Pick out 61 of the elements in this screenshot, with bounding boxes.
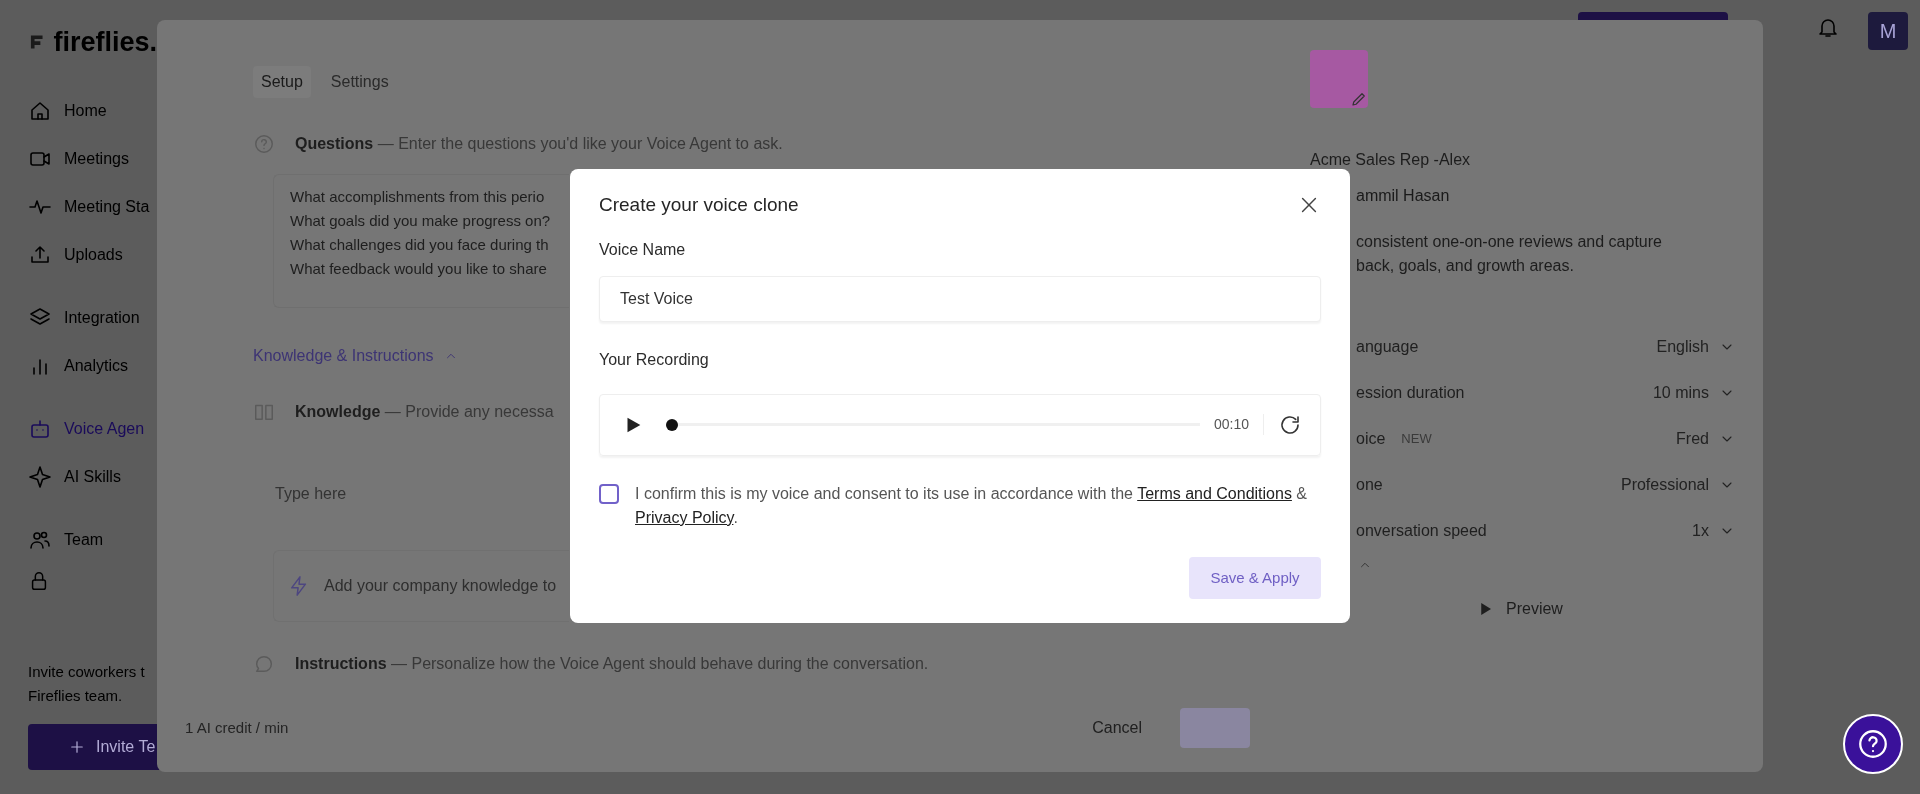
field-label: Your Recording bbox=[599, 349, 710, 370]
setting-label: onversation speed bbox=[1356, 521, 1487, 541]
chat-bubble-icon bbox=[253, 653, 275, 675]
setting-label: one bbox=[1356, 475, 1383, 495]
nav-item[interactable]: Analytics bbox=[28, 341, 157, 390]
invite-text: Fireflies team. bbox=[28, 686, 124, 706]
help-icon bbox=[1856, 727, 1890, 761]
setting-dropdown[interactable]: 10 mins bbox=[1652, 381, 1735, 405]
help-button[interactable] bbox=[1843, 714, 1903, 774]
setting-dropdown[interactable]: Professional bbox=[1620, 473, 1735, 497]
user-avatar[interactable]: M bbox=[1868, 12, 1908, 50]
question-text: What accomplishments from this perio bbox=[290, 187, 545, 207]
setting-label: anguage bbox=[1356, 337, 1419, 357]
setting-dropdown[interactable]: 1x bbox=[1692, 519, 1735, 543]
section-heading: Instructions — Personalize how the Voice Agent should behave during the conversation. bbox=[295, 654, 929, 674]
nav-item[interactable]: Uploads bbox=[28, 230, 157, 279]
plus-icon bbox=[68, 738, 86, 756]
knowledge-instructions-toggle[interactable]: Knowledge & Instructions bbox=[253, 344, 458, 368]
invite-text: Invite coworkers t bbox=[28, 662, 146, 682]
credit-text: 1 AI credit / min bbox=[185, 717, 289, 738]
agent-description: back, goals, and growth areas. bbox=[1356, 256, 1575, 276]
agent-name: Acme Sales Rep -Alex bbox=[1310, 150, 1472, 170]
setting-label: oice bbox=[1356, 429, 1386, 449]
new-tag: NEW bbox=[1401, 429, 1432, 449]
logo-text: fireflies. bbox=[53, 26, 157, 59]
setting-dropdown[interactable]: Fred bbox=[1676, 427, 1735, 451]
question-text: What challenges did you face during th bbox=[290, 235, 549, 255]
dialog-title: Create your voice clone bbox=[599, 193, 799, 217]
agent-owner: ammil Hasan bbox=[1355, 186, 1451, 206]
voice-name-field[interactable]: Test Voice bbox=[599, 275, 1321, 322]
slider-thumb[interactable] bbox=[666, 418, 678, 431]
section-heading: Knowledge — Provide any necessa bbox=[295, 402, 554, 422]
consent-checkbox[interactable] bbox=[599, 483, 619, 504]
agent-description: consistent one-on-one reviews and capture bbox=[1356, 232, 1663, 252]
nav-item[interactable]: Home bbox=[28, 86, 157, 135]
hint-text: Add your company knowledge to bbox=[324, 576, 557, 596]
tab[interactable]: Settings bbox=[322, 66, 397, 98]
tab[interactable]: Setup bbox=[253, 66, 311, 98]
duration-text: 00:10 bbox=[1213, 414, 1264, 435]
setting-label: ession duration bbox=[1356, 383, 1465, 403]
nav-item[interactable]: Voice Agen bbox=[28, 404, 157, 453]
nav-item[interactable]: Integration bbox=[28, 293, 157, 342]
preview-button[interactable]: Preview bbox=[1470, 596, 1569, 622]
nav-item[interactable]: Meetings bbox=[28, 134, 157, 183]
nav-item[interactable]: Meeting Sta bbox=[28, 182, 157, 231]
nav-icon bbox=[28, 464, 52, 489]
pencil-icon[interactable] bbox=[1350, 90, 1368, 108]
section-heading: Questions — Enter the questions you'd like your Voice Agent to ask. bbox=[295, 134, 783, 154]
question-text: What goals did you make progress on? bbox=[290, 211, 551, 231]
cancel-button[interactable]: Cancel bbox=[1076, 708, 1158, 748]
nav-item[interactable]: Team bbox=[28, 515, 157, 564]
privacy-policy-link[interactable]: Privacy Policy bbox=[635, 508, 734, 526]
question-icon bbox=[253, 133, 275, 155]
question-text: What feedback would you like to share bbox=[290, 259, 547, 279]
knowledge-field[interactable]: Type here bbox=[273, 450, 569, 538]
terms-link[interactable]: Terms and Conditions bbox=[1137, 484, 1292, 502]
field-label: Voice Name bbox=[599, 239, 687, 260]
setting-dropdown[interactable]: English bbox=[1656, 335, 1735, 359]
nav-item[interactable]: AI Skills bbox=[28, 452, 157, 501]
consent-text: I confirm this is my voice and consent to its use in accordance with the Terms and Conditions & Privacy Policy. bbox=[635, 483, 1309, 528]
questions-field[interactable]: What accomplishments from this perio What goals did you make progress on? What challenges did you face during th What feedback would you like to share bbox=[273, 174, 569, 308]
